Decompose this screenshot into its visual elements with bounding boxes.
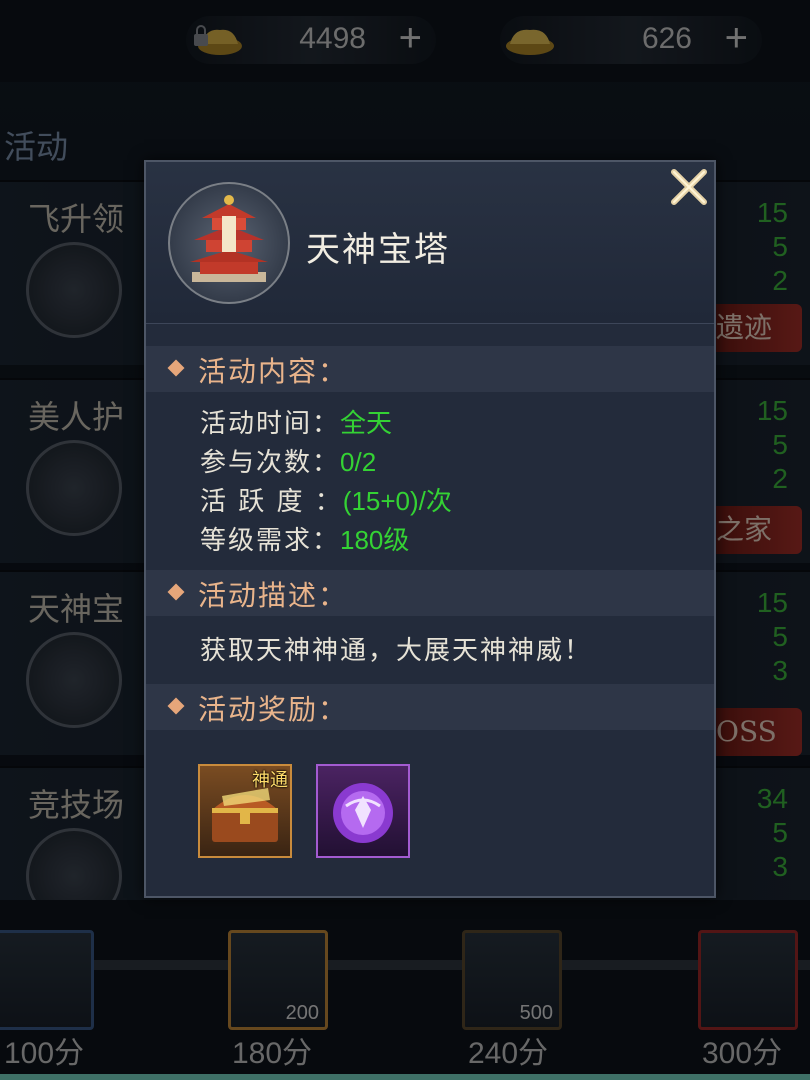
reward-item-purple-orb[interactable] bbox=[316, 764, 410, 858]
activity-icon bbox=[168, 182, 290, 304]
info-key: 活 跃 度 ： bbox=[200, 487, 343, 517]
info-value: 全天 bbox=[340, 408, 393, 438]
section-label: 活动内容： bbox=[198, 355, 349, 388]
info-value: 0/2 bbox=[340, 447, 377, 477]
reward-section-header: 活动奖励： bbox=[146, 684, 714, 730]
close-icon[interactable] bbox=[670, 168, 708, 206]
popup-title: 天神宝塔 bbox=[306, 230, 450, 270]
participation-count-line: 参与次数：0/2 bbox=[200, 445, 376, 480]
info-value: (15+0)/次 bbox=[342, 486, 452, 516]
reward-badge: 神通 bbox=[252, 770, 288, 791]
reward-item-treasure-chest[interactable]: 神通 bbox=[198, 764, 292, 858]
diamond-icon bbox=[167, 359, 185, 377]
purple-orb-icon bbox=[333, 783, 393, 843]
activity-points-line: 活 跃 度 ：(15+0)/次 bbox=[200, 484, 452, 519]
section-label: 活动描述： bbox=[198, 579, 349, 612]
info-key: 等级需求： bbox=[200, 526, 341, 556]
activity-detail-popup: 天神宝塔 活动内容： 活动时间：全天 参与次数：0/2 活 跃 度 ：(15+0… bbox=[144, 160, 716, 898]
pagoda-icon bbox=[190, 195, 268, 282]
activity-time-line: 活动时间：全天 bbox=[200, 406, 392, 441]
diamond-icon bbox=[167, 697, 185, 715]
info-key: 活动时间： bbox=[200, 409, 341, 439]
section-label: 活动奖励： bbox=[198, 693, 349, 726]
popup-header: 天神宝塔 bbox=[146, 162, 714, 324]
level-requirement-line: 等级需求：180级 bbox=[200, 523, 409, 558]
diamond-icon bbox=[167, 583, 185, 601]
content-section-header: 活动内容： bbox=[146, 346, 714, 392]
info-value: 180级 bbox=[340, 525, 410, 555]
description-section-header: 活动描述： bbox=[146, 570, 714, 616]
info-key: 参与次数： bbox=[200, 448, 341, 478]
activity-description: 获取天神神通，大展天神神威！ bbox=[200, 636, 593, 666]
